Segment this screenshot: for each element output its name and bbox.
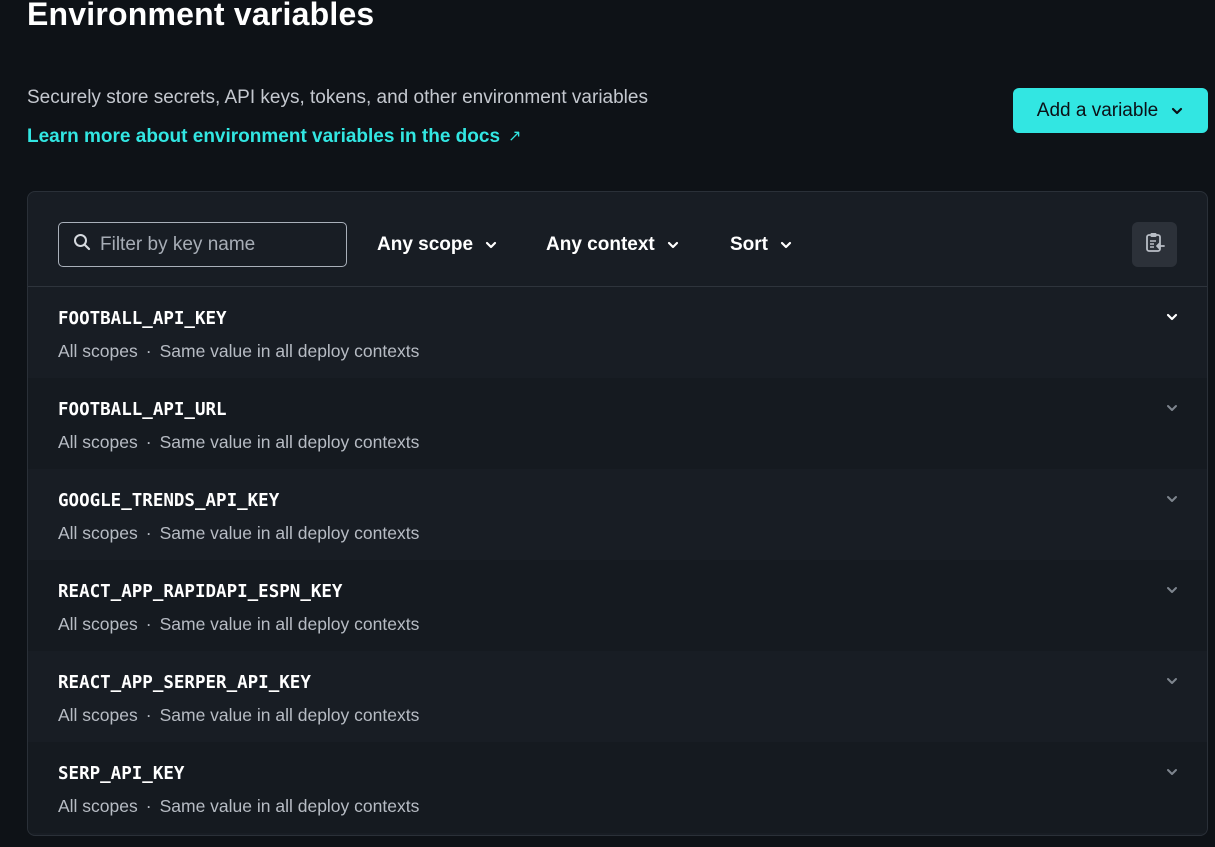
variable-context: Same value in all deploy contexts bbox=[159, 432, 420, 452]
chevron-down-icon[interactable] bbox=[1165, 583, 1179, 597]
variable-context: Same value in all deploy contexts bbox=[159, 796, 420, 816]
variable-key: SERP_API_KEY bbox=[58, 764, 185, 784]
context-filter-dropdown[interactable]: Any context bbox=[546, 234, 680, 256]
chevron-down-icon bbox=[484, 238, 498, 252]
variable-key: FOOTBALL_API_KEY bbox=[58, 309, 227, 329]
variable-meta: All scopes · Same value in all deploy co… bbox=[58, 796, 419, 817]
separator: · bbox=[145, 705, 152, 725]
variable-row[interactable]: GOOGLE_TRENDS_API_KEY All scopes · Same … bbox=[28, 469, 1207, 560]
context-filter-label: Any context bbox=[546, 234, 655, 255]
separator: · bbox=[145, 341, 152, 361]
export-variables-button[interactable] bbox=[1132, 222, 1177, 267]
search-field[interactable] bbox=[58, 222, 347, 267]
chevron-down-icon[interactable] bbox=[1165, 674, 1179, 688]
separator: · bbox=[145, 614, 152, 634]
chevron-down-icon[interactable] bbox=[1165, 492, 1179, 506]
variable-scope: All scopes bbox=[58, 705, 138, 725]
variable-row[interactable]: REACT_APP_SERPER_API_KEY All scopes · Sa… bbox=[28, 651, 1207, 742]
variable-row[interactable]: SERP_API_KEY All scopes · Same value in … bbox=[28, 742, 1207, 833]
clipboard-export-icon bbox=[1144, 232, 1166, 257]
chevron-down-icon bbox=[666, 238, 680, 252]
scope-filter-label: Any scope bbox=[377, 234, 474, 255]
variables-list: FOOTBALL_API_KEY All scopes · Same value… bbox=[28, 287, 1207, 833]
chevron-down-icon[interactable] bbox=[1165, 401, 1179, 415]
variable-meta: All scopes · Same value in all deploy co… bbox=[58, 341, 419, 362]
variable-scope: All scopes bbox=[58, 432, 138, 452]
page-title: Environment variables bbox=[27, 0, 375, 32]
separator: · bbox=[145, 796, 152, 816]
docs-link[interactable]: Learn more about environment variables i… bbox=[27, 125, 521, 149]
chevron-down-icon[interactable] bbox=[1165, 765, 1179, 779]
variable-key: REACT_APP_RAPIDAPI_ESPN_KEY bbox=[58, 582, 343, 602]
scope-filter-dropdown[interactable]: Any scope bbox=[377, 234, 498, 256]
docs-link-label: Learn more about environment variables i… bbox=[27, 126, 501, 147]
variable-scope: All scopes bbox=[58, 796, 138, 816]
variable-key: GOOGLE_TRENDS_API_KEY bbox=[58, 491, 280, 511]
search-icon bbox=[73, 233, 91, 256]
variables-panel: Any scope Any context Sort bbox=[27, 191, 1208, 836]
filter-toolbar: Any scope Any context Sort bbox=[28, 192, 1207, 287]
chevron-down-icon bbox=[779, 238, 793, 252]
variable-meta: All scopes · Same value in all deploy co… bbox=[58, 614, 419, 635]
variable-scope: All scopes bbox=[58, 523, 138, 543]
variable-context: Same value in all deploy contexts bbox=[159, 614, 420, 634]
chevron-down-icon[interactable] bbox=[1165, 310, 1179, 324]
variable-context: Same value in all deploy contexts bbox=[159, 341, 420, 361]
variable-scope: All scopes bbox=[58, 341, 138, 361]
add-variable-label: Add a variable bbox=[1036, 99, 1159, 121]
variable-meta: All scopes · Same value in all deploy co… bbox=[58, 523, 419, 544]
variable-key: FOOTBALL_API_URL bbox=[58, 400, 227, 420]
sort-label: Sort bbox=[730, 234, 768, 255]
external-link-icon: ↗ bbox=[508, 128, 522, 145]
sort-dropdown[interactable]: Sort bbox=[730, 234, 793, 256]
search-input[interactable] bbox=[100, 233, 330, 256]
variable-meta: All scopes · Same value in all deploy co… bbox=[58, 432, 419, 453]
chevron-down-icon bbox=[1170, 104, 1184, 118]
variable-row[interactable]: REACT_APP_RAPIDAPI_ESPN_KEY All scopes ·… bbox=[28, 560, 1207, 651]
env-vars-page: Environment variables Securely store sec… bbox=[0, 0, 1215, 847]
variable-scope: All scopes bbox=[58, 614, 138, 634]
variable-row[interactable]: FOOTBALL_API_KEY All scopes · Same value… bbox=[28, 287, 1207, 378]
variable-key: REACT_APP_SERPER_API_KEY bbox=[58, 673, 311, 693]
variable-context: Same value in all deploy contexts bbox=[159, 705, 420, 725]
separator: · bbox=[145, 523, 152, 543]
variable-row[interactable]: FOOTBALL_API_URL All scopes · Same value… bbox=[28, 378, 1207, 469]
separator: · bbox=[145, 432, 152, 452]
add-variable-button[interactable]: Add a variable bbox=[1013, 88, 1208, 133]
variable-meta: All scopes · Same value in all deploy co… bbox=[58, 705, 419, 726]
page-subtitle: Securely store secrets, API keys, tokens… bbox=[27, 87, 648, 108]
variable-context: Same value in all deploy contexts bbox=[159, 523, 420, 543]
